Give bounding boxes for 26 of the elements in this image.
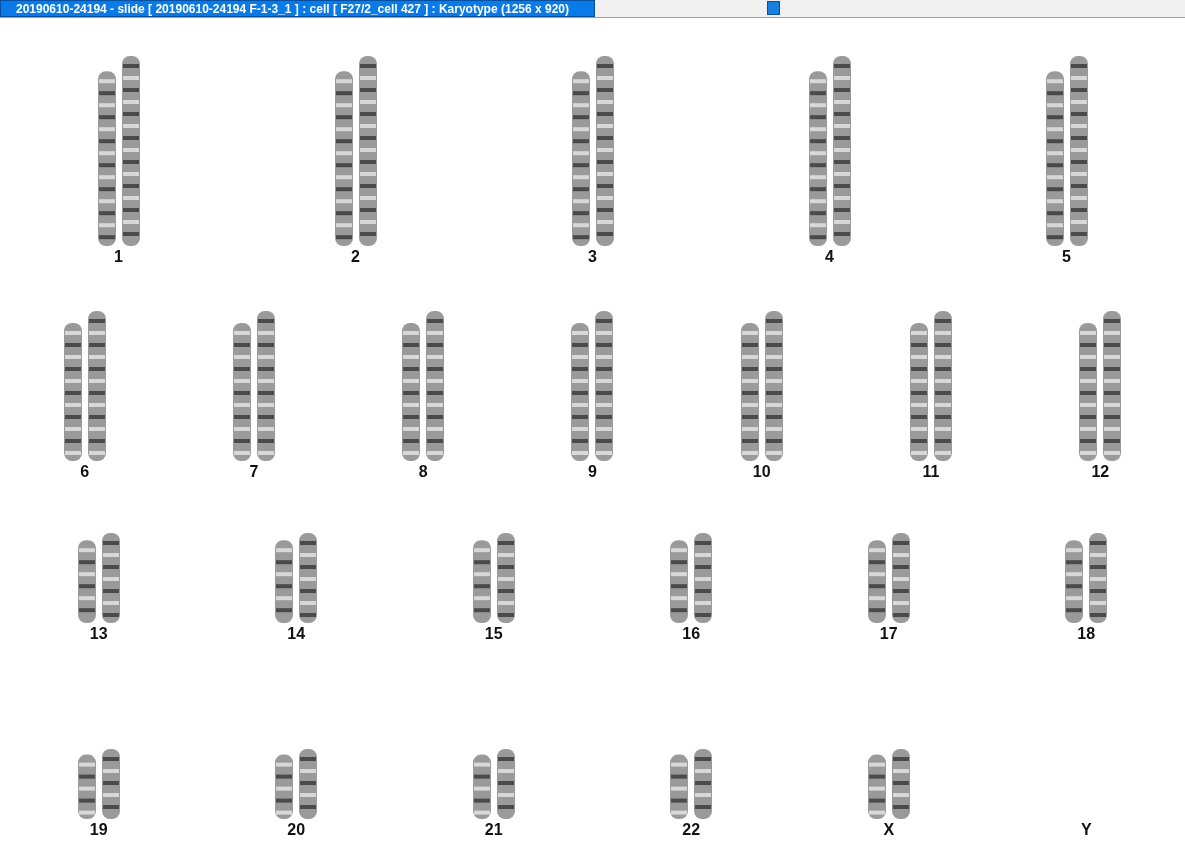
chromosome-label: 1 — [114, 248, 123, 266]
scroll-thumb[interactable] — [767, 1, 780, 15]
chromosome-label: 11 — [922, 463, 940, 481]
chromosome-label: 16 — [682, 625, 701, 643]
chromosome-label: 4 — [825, 248, 834, 266]
chromosome-label: 22 — [682, 821, 701, 839]
chromosome-label: 8 — [418, 463, 428, 481]
chromosome-label: 10 — [752, 463, 771, 481]
chromosome-label: 5 — [1062, 248, 1071, 266]
chromosome-label: X — [883, 821, 895, 839]
chromosome-label: 18 — [1077, 625, 1096, 643]
chromosome-label: 13 — [89, 625, 108, 643]
chromosome-label: 6 — [80, 463, 90, 481]
chromosome-label: 20 — [287, 821, 306, 839]
chromosome-label: 9 — [588, 463, 597, 481]
window-title: 20190610-24194 - slide [ 20190610-24194 F-1-3_1 ] : cell [ F27/2_cell 427 ] : Karyotype (1256 x 920) — [0, 0, 595, 17]
chromosome-label: 3 — [588, 248, 597, 266]
chromosome-label: 14 — [287, 625, 306, 643]
chromosome-label: 21 — [484, 821, 503, 839]
chromosome-label: 15 — [484, 625, 503, 643]
chromosome-label: Y — [1080, 821, 1092, 839]
chromosome-label: 12 — [1091, 463, 1110, 481]
chromosome-label: 17 — [879, 625, 898, 643]
chromosome-label: 2 — [351, 248, 360, 266]
chromosome-label: 19 — [89, 821, 108, 839]
chromosome-label: 7 — [249, 463, 259, 481]
